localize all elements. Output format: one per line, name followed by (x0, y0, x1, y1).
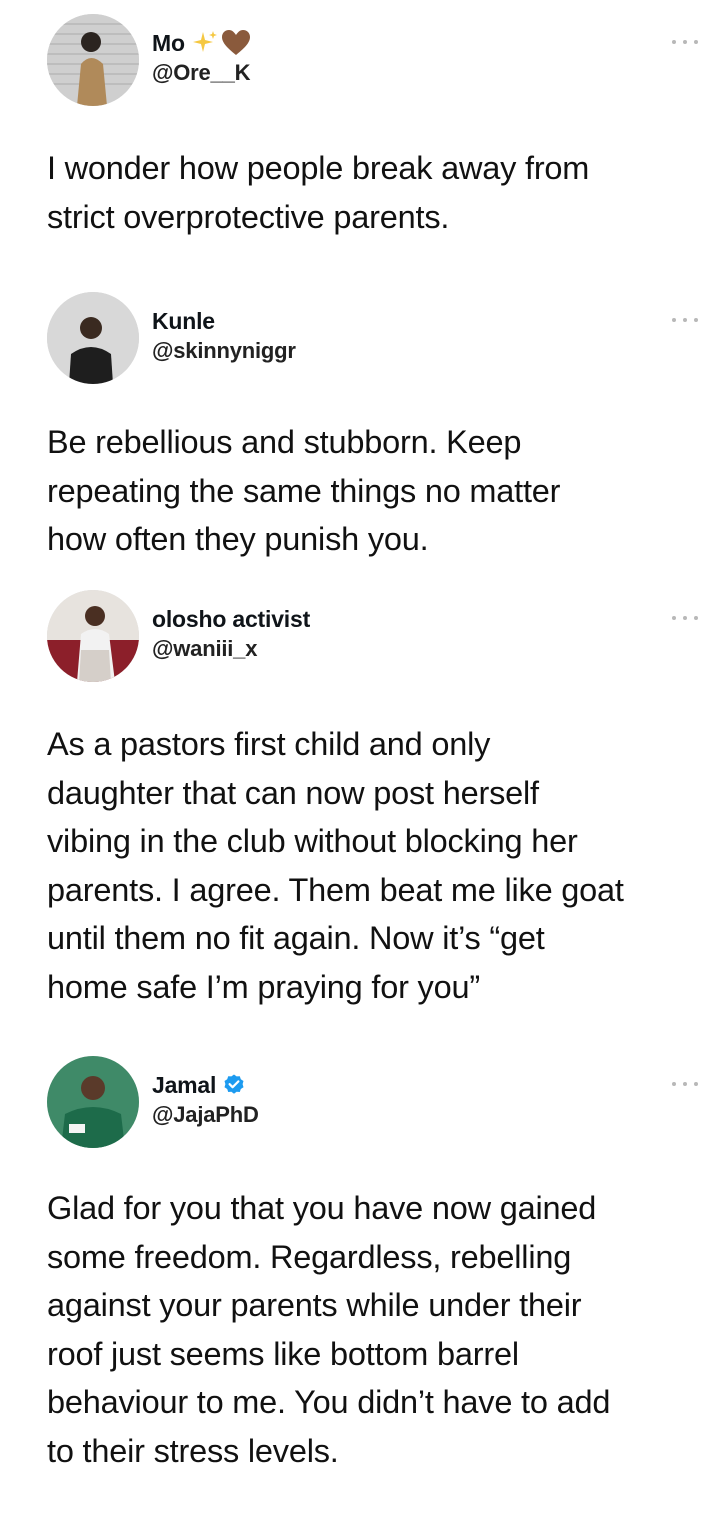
more-options-icon[interactable] (672, 1082, 698, 1090)
avatar-image (47, 590, 139, 682)
avatar[interactable] (47, 292, 139, 384)
avatar-image (47, 1056, 139, 1148)
username[interactable]: @waniii_x (152, 636, 257, 662)
avatar[interactable] (47, 14, 139, 106)
avatar-image (47, 14, 139, 106)
tweet-text: Glad for you that you have now gained so… (47, 1190, 611, 1469)
author-row: Jamal (152, 1070, 246, 1100)
username[interactable]: @JajaPhD (152, 1102, 259, 1128)
author-row: olosho activist (152, 604, 310, 634)
username[interactable]: @skinnyniggr (152, 338, 296, 364)
more-options-icon[interactable] (672, 616, 698, 624)
sparkles-icon (192, 31, 217, 52)
more-options-icon[interactable] (672, 40, 698, 48)
display-name[interactable]: Kunle (152, 308, 215, 335)
name-emojis (191, 29, 251, 57)
tweet-text: As a pastors first child and only daught… (47, 726, 624, 1005)
tweet-text: Be rebellious and stubborn. Keep repeati… (47, 424, 561, 557)
display-name[interactable]: Mo (152, 30, 185, 57)
more-options-icon[interactable] (672, 318, 698, 326)
author-row: Kunle (152, 306, 215, 336)
avatar-image (47, 292, 139, 384)
avatar[interactable] (47, 1056, 139, 1148)
verified-badge-icon (224, 1074, 244, 1094)
tweet-text: I wonder how people break away from stri… (47, 150, 590, 235)
display-name[interactable]: Jamal (152, 1072, 216, 1099)
brown-heart-icon (221, 30, 250, 55)
display-name[interactable]: olosho activist (152, 606, 310, 633)
username[interactable]: @Ore__K (152, 60, 251, 86)
avatar[interactable] (47, 590, 139, 682)
author-row: Mo (152, 28, 251, 58)
